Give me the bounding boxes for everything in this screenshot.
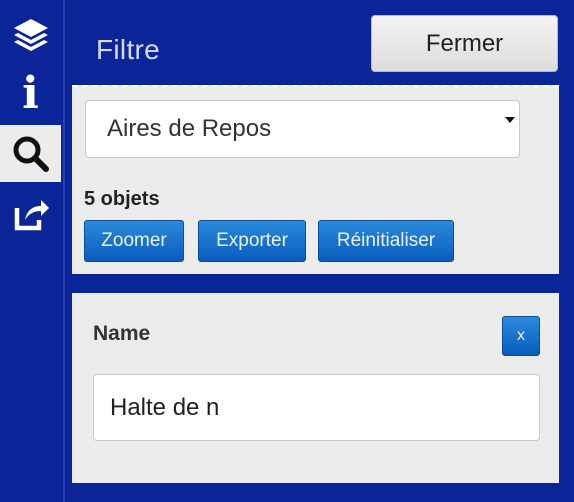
info-button[interactable]: i	[0, 66, 61, 122]
filter-panel: Aires de Repos 5 objets Zoomer Exporter …	[72, 85, 559, 274]
layers-icon	[13, 19, 48, 51]
object-count: 5 objets	[84, 188, 160, 210]
field-label: Name	[93, 322, 151, 345]
name-filter-panel: Name x	[72, 293, 559, 483]
layer-select-value: Aires de Repos	[107, 115, 272, 142]
export-button[interactable]: Exporter	[198, 220, 306, 262]
search-icon	[13, 136, 49, 172]
info-icon: i	[22, 68, 39, 119]
panel-title: Filtre	[96, 34, 161, 65]
rail-divider	[63, 0, 65, 502]
search-button[interactable]	[0, 125, 61, 182]
layers-button[interactable]	[0, 7, 61, 63]
share-button[interactable]	[0, 186, 61, 242]
remove-field-button[interactable]: x	[502, 316, 540, 356]
layer-select[interactable]: Aires de Repos	[85, 100, 520, 158]
name-input[interactable]	[93, 374, 540, 441]
close-button[interactable]: Fermer	[371, 15, 558, 72]
share-icon	[14, 200, 49, 231]
reset-button[interactable]: Réinitialiser	[318, 220, 454, 262]
zoom-button[interactable]: Zoomer	[84, 220, 184, 262]
tool-rail: i	[0, 0, 61, 502]
chevron-down-icon	[505, 117, 515, 123]
